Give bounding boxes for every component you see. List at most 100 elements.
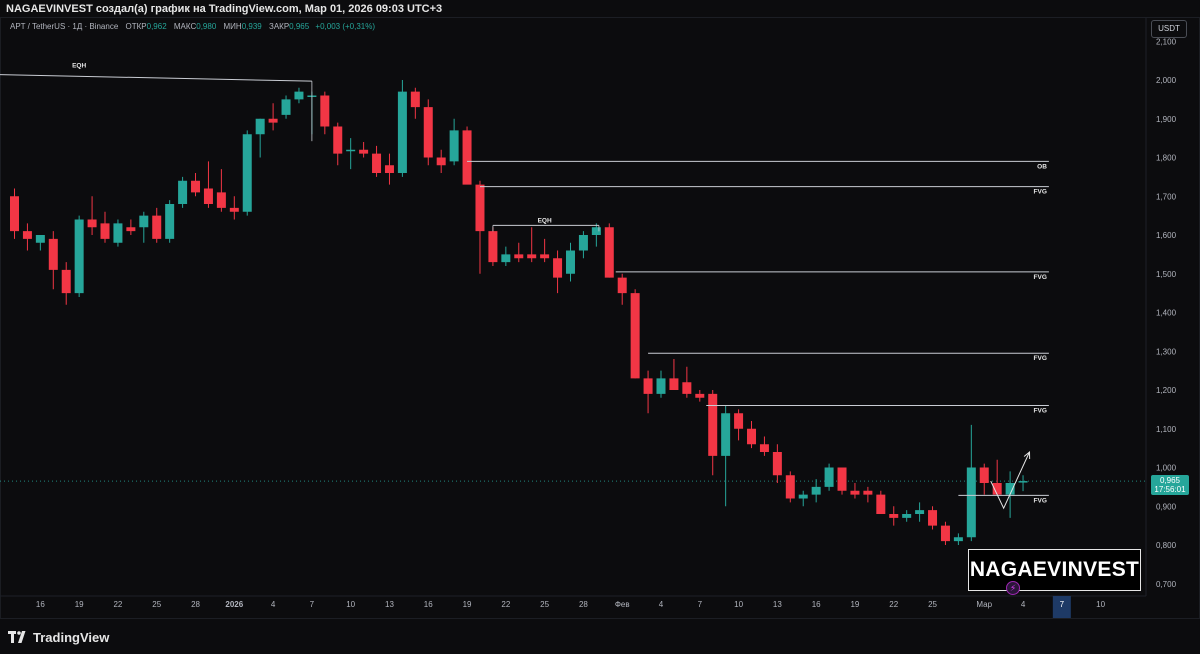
- tradingview-brand: TradingView: [33, 629, 110, 645]
- candle-body: [126, 227, 136, 232]
- candle-body: [863, 490, 873, 495]
- candle: [553, 250, 563, 294]
- close-label: ЗАКР: [268, 22, 290, 31]
- candle-body: [953, 537, 963, 542]
- candle: [527, 227, 537, 263]
- time-tick-label: 16: [424, 600, 433, 609]
- zone-line: [0, 74, 312, 82]
- price-tick-label: 1,800: [1156, 154, 1177, 163]
- candle: [708, 390, 718, 476]
- candle-body: [165, 204, 175, 239]
- time-tick-label: 28: [191, 600, 200, 609]
- candle: [320, 91, 330, 135]
- change-value: +0,003 (+0,31%): [315, 22, 376, 31]
- candle: [255, 118, 265, 158]
- currency-button[interactable]: USDT: [1151, 20, 1187, 38]
- zone-label: FVG: [1034, 408, 1047, 415]
- candle-body: [268, 118, 278, 123]
- candle-body: [940, 525, 950, 542]
- candle: [617, 273, 627, 305]
- candle: [346, 138, 356, 170]
- candle-body: [527, 254, 537, 259]
- candle-body: [384, 165, 394, 173]
- candle: [902, 510, 912, 522]
- candle-body: [436, 157, 446, 166]
- time-tick-label: 2026: [225, 600, 243, 609]
- candle-body: [410, 91, 420, 108]
- candle: [229, 196, 239, 220]
- candle: [772, 444, 782, 483]
- candle-body: [346, 149, 356, 152]
- price-tick-label: 0,900: [1156, 502, 1177, 511]
- candle: [889, 506, 899, 526]
- candles-layer: [0, 80, 1146, 545]
- candle-body: [1005, 483, 1015, 495]
- zone-label: FVG: [1034, 274, 1047, 281]
- candle-body: [488, 231, 498, 263]
- candle-body: [643, 378, 653, 394]
- candle-body: [320, 95, 330, 127]
- candle: [126, 219, 136, 235]
- lightning-icon[interactable]: ⚡: [1006, 581, 1020, 595]
- time-tick-label: 13: [773, 600, 782, 609]
- annotations-layer: EQH EQH OB FVG FVG FVG FVG FVG: [0, 62, 1049, 504]
- time-tick-label: 19: [463, 600, 472, 609]
- price-tick-label: 2,100: [1156, 37, 1177, 46]
- candle: [811, 479, 821, 503]
- zone-label: FVG: [1034, 355, 1047, 362]
- candle-body: [565, 250, 575, 274]
- candle: [22, 223, 32, 251]
- author-watermark: NAGAEVINVEST: [968, 549, 1141, 591]
- candle: [591, 223, 601, 247]
- price-tick-label: 1,600: [1156, 231, 1177, 240]
- time-tick-label: Мар: [976, 600, 992, 609]
- price-tick-label: 1,100: [1156, 425, 1177, 434]
- candle-body: [514, 254, 524, 259]
- candle-body: [695, 393, 705, 398]
- candle-body: [449, 130, 459, 162]
- candle-body: [242, 134, 252, 212]
- candle: [695, 390, 705, 402]
- candle-body: [281, 99, 291, 115]
- candle-body: [501, 254, 511, 263]
- candle-body: [216, 192, 226, 208]
- time-tick-label: 10: [734, 600, 743, 609]
- price-axis[interactable]: 2,100 2,000 1,900 1,800 1,700 1,600 1,500 1,400…: [1145, 18, 1177, 596]
- candle-body: [928, 510, 938, 526]
- zone-annotation: FVG: [706, 405, 1049, 415]
- candle-body: [22, 231, 32, 239]
- candle: [10, 188, 19, 239]
- tradingview-logo[interactable]: TradingView: [8, 628, 109, 646]
- candle: [74, 215, 84, 297]
- time-axis[interactable]: 16 19 22 25 28 2026 4 7 10 13 16 19 22 25 28 Фев 4 7 10 13 1…: [0, 595, 1146, 618]
- candle-body: [87, 219, 97, 228]
- candle-body: [772, 452, 782, 476]
- chart-header: NAGAEVINVEST создал(а) график на Trading…: [0, 0, 1200, 18]
- candle-body: [35, 235, 45, 243]
- candle: [87, 196, 97, 235]
- price-chart[interactable]: 2,100 2,000 1,900 1,800 1,700 1,600 1,500 1,400…: [0, 18, 1200, 618]
- candle: [824, 463, 834, 491]
- candle: [630, 289, 640, 379]
- candle-body: [475, 184, 485, 232]
- candle-body: [74, 219, 84, 294]
- candle: [100, 211, 110, 243]
- candle: [747, 421, 757, 449]
- candle-body: [591, 227, 601, 235]
- candle-body: [229, 207, 239, 212]
- zone-annotation: OB: [467, 160, 1049, 170]
- candle: [992, 459, 1002, 495]
- footer-bar: TradingView: [0, 618, 1200, 654]
- symbol-name[interactable]: APT / TetherUS · 1Д · Binance: [10, 22, 118, 31]
- candle-body: [578, 235, 588, 251]
- candle: [152, 207, 162, 243]
- time-tick-label: 7: [310, 600, 315, 609]
- candle-body: [462, 130, 472, 185]
- candle: [721, 405, 731, 507]
- price-tick-label: 1,500: [1156, 270, 1177, 279]
- candle: [863, 486, 873, 503]
- candle: [501, 246, 511, 266]
- candle-body: [178, 180, 188, 204]
- candle-body: [759, 444, 769, 452]
- time-tick-label: 7: [698, 600, 703, 609]
